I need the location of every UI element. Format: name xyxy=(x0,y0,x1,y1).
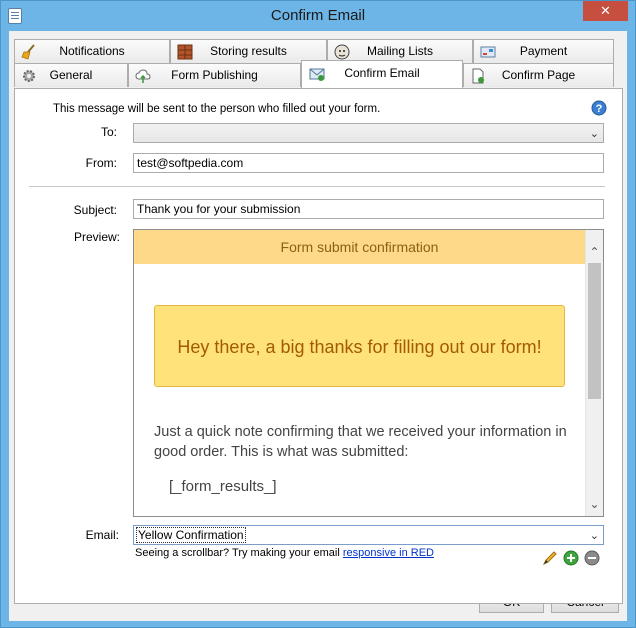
scroll-thumb[interactable] xyxy=(588,263,601,399)
chevron-down-icon: ⌄ xyxy=(589,128,599,140)
payment-icon xyxy=(480,46,496,58)
remove-icon[interactable] xyxy=(584,550,600,566)
help-icon[interactable]: ? xyxy=(591,100,607,116)
preview-header: Form submit confirmation xyxy=(134,230,585,264)
confirmation-note: Just a quick note confirming that we rec… xyxy=(154,424,567,460)
email-label: Email: xyxy=(85,528,119,542)
page-icon xyxy=(472,68,484,84)
responsive-link[interactable]: responsive in RED xyxy=(343,547,434,559)
tab-confirm-email[interactable]: Confirm Email xyxy=(301,60,463,88)
to-label: To: xyxy=(100,125,117,139)
email-template-select[interactable]: Yellow Confirmation ⌄ xyxy=(133,525,604,545)
thanks-message-box: Hey there, a big thanks for filling out … xyxy=(154,305,565,387)
subject-label: Subject: xyxy=(73,203,117,217)
add-icon[interactable] xyxy=(563,550,579,566)
mailchimp-icon xyxy=(334,44,350,60)
tab-notifications[interactable]: Notifications xyxy=(14,39,170,63)
preview-scrollbar[interactable]: ⌃ ⌄ xyxy=(585,230,603,516)
cabinet-icon xyxy=(177,44,193,60)
cloud-upload-icon xyxy=(135,69,151,83)
tab-form-publishing[interactable]: Form Publishing xyxy=(128,63,301,87)
scroll-up-icon[interactable]: ⌃ xyxy=(586,244,603,261)
from-field[interactable]: test@softpedia.com xyxy=(133,153,604,173)
preview-label: Preview: xyxy=(73,230,120,244)
svg-text:?: ? xyxy=(596,103,603,115)
tab-payment[interactable]: Payment xyxy=(473,39,614,63)
form-results-placeholder: [_form_results_] xyxy=(169,478,277,495)
scrollbar-hint: Seeing a scrollbar? Try making your emai… xyxy=(135,547,434,559)
gear-icon xyxy=(23,70,35,82)
tab-confirm-page[interactable]: Confirm Page xyxy=(463,63,614,87)
scroll-down-icon[interactable]: ⌄ xyxy=(586,496,603,513)
email-preview[interactable]: Form submit confirmation Hey there, a bi… xyxy=(133,229,604,517)
pencil-icon[interactable] xyxy=(542,550,558,566)
to-select[interactable]: ⌄ xyxy=(133,123,604,143)
dialog-body: Notifications Storing results Mailing Li… xyxy=(9,31,627,621)
intro-text: This message will be sent to the person … xyxy=(53,103,381,115)
window: Confirm Email ✕ Notifications Storing re… xyxy=(0,0,636,628)
divider xyxy=(29,186,605,187)
email-icon xyxy=(309,68,325,81)
title-bar[interactable]: Confirm Email ✕ xyxy=(1,1,635,31)
tab-general[interactable]: General xyxy=(14,63,128,87)
close-button[interactable]: ✕ xyxy=(583,1,628,21)
window-title: Confirm Email xyxy=(270,7,366,24)
from-label: From: xyxy=(85,156,117,170)
subject-field[interactable]: Thank you for your submission xyxy=(133,199,604,219)
confirm-email-panel: This message will be sent to the person … xyxy=(14,88,623,604)
broom-icon xyxy=(21,44,35,60)
chevron-down-icon: ⌄ xyxy=(589,530,599,542)
